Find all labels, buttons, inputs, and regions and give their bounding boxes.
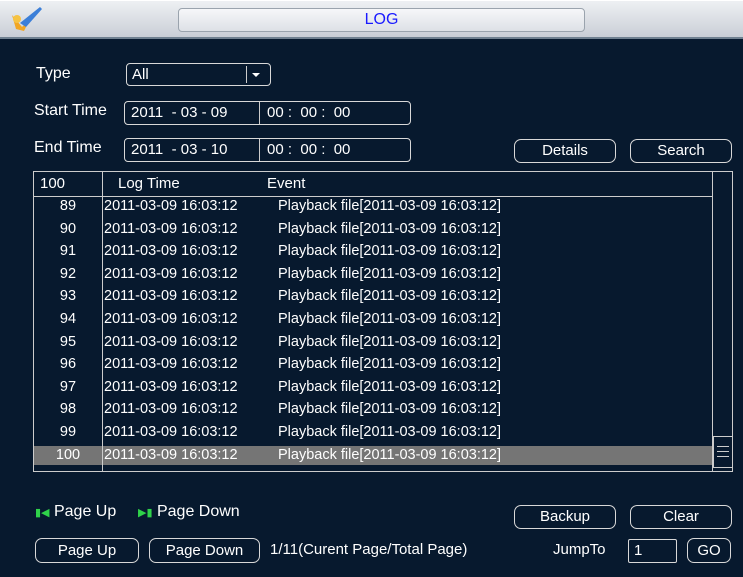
end-time-label: End Time — [34, 139, 102, 156]
start-time-label: Start Time — [34, 102, 107, 119]
backup-button[interactable]: Backup — [514, 505, 616, 529]
row-event: Playback file[2011-03-09 16:03:12] — [278, 356, 502, 373]
table-row[interactable]: 92 2011-03-09 16:03:12 Playback file[2011-… — [34, 265, 712, 284]
go-button[interactable]: GO — [687, 538, 731, 563]
skip-back-icon: ▮◀ — [35, 507, 50, 519]
table-row[interactable]: 90 2011-03-09 16:03:12 Playback file[2011-… — [34, 220, 712, 239]
page-up-hint-label: Page Up — [53, 503, 117, 520]
table-row[interactable]: 94 2011-03-09 16:03:12 Playback file[2011-… — [34, 310, 712, 329]
row-log-time: 2011-03-09 16:03:12 — [104, 288, 238, 305]
row-log-time: 2011-03-09 16:03:12 — [104, 378, 238, 395]
column-header-event: Event — [267, 175, 306, 192]
row-event: Playback file[2011-03-09 16:03:12] — [278, 378, 502, 395]
row-event: Playback file[2011-03-09 16:03:12] — [278, 288, 502, 305]
end-date-value[interactable]: 2011 - 03 - 10 — [131, 141, 227, 158]
row-number: 91 — [59, 243, 77, 260]
table-row[interactable]: 99 2011-03-09 16:03:12 Playback file[2011-… — [34, 423, 712, 442]
table-row[interactable]: 89 2011-03-09 16:03:12 Playback file[2011-… — [34, 197, 712, 216]
row-event: Playback file[2011-03-09 16:03:12] — [278, 265, 502, 282]
jump-to-value[interactable]: 1 — [634, 542, 642, 559]
page-down-button[interactable]: Page Down — [149, 538, 260, 563]
row-number: 98 — [59, 401, 77, 418]
row-log-time: 2011-03-09 16:03:12 — [104, 356, 238, 373]
table-row[interactable]: 95 2011-03-09 16:03:12 Playback file[2011-… — [34, 333, 712, 352]
chevron-down-icon[interactable] — [246, 66, 265, 83]
type-label: Type — [36, 65, 71, 82]
page-down-hint-label: Page Down — [156, 503, 240, 520]
row-event: Playback file[2011-03-09 16:03:12] — [278, 243, 502, 260]
clear-button[interactable]: Clear — [630, 505, 732, 529]
row-log-time: 2011-03-09 16:03:12 — [104, 424, 238, 440]
table-header: 100 Log Time Event — [34, 172, 712, 197]
row-event: Playback file[2011-03-09 16:03:12] — [278, 198, 502, 214]
page-down-hint: ▶▮ Page Down — [138, 503, 240, 521]
row-number: 90 — [59, 220, 77, 237]
field-divider — [259, 139, 260, 161]
column-header-count: 100 — [40, 175, 66, 192]
page-info: 1/11(Curent Page/Total Page) — [270, 541, 468, 558]
row-number: 97 — [59, 378, 77, 395]
log-window: LOG Type All Start Time 2011 - 03 - 09 0… — [0, 0, 743, 577]
page-up-hint: ▮◀ Page Up — [35, 503, 116, 521]
brand-logo-icon — [12, 7, 42, 31]
end-clock-value[interactable]: 00 : 00 : 00 — [267, 141, 350, 158]
type-select[interactable]: All — [126, 63, 271, 86]
row-event: Playback file[2011-03-09 16:03:12] — [278, 401, 502, 418]
window-title: LOG — [178, 8, 585, 32]
row-log-time: 2011-03-09 16:03:12 — [104, 220, 238, 237]
end-time-field[interactable]: 2011 - 03 - 10 00 : 00 : 00 — [124, 138, 411, 162]
jump-to-input[interactable]: 1 — [628, 539, 677, 563]
row-log-time: 2011-03-09 16:03:12 — [104, 333, 238, 350]
skip-forward-icon: ▶▮ — [138, 507, 153, 519]
row-log-time: 2011-03-09 16:03:12 — [104, 265, 238, 282]
start-time-field[interactable]: 2011 - 03 - 09 00 : 00 : 00 — [124, 101, 411, 125]
page-up-button[interactable]: Page Up — [35, 538, 139, 563]
row-event: Playback file[2011-03-09 16:03:12] — [278, 333, 502, 350]
row-event: Playback file[2011-03-09 16:03:12] — [278, 311, 502, 327]
start-date-value[interactable]: 2011 - 03 - 09 — [131, 104, 227, 121]
table-row[interactable]: 91 2011-03-09 16:03:12 Playback file[2011-… — [34, 242, 712, 261]
table-row[interactable]: 97 2011-03-09 16:03:12 Playback file[2011-… — [34, 378, 712, 397]
row-event: Playback file[2011-03-09 16:03:12] — [278, 424, 502, 440]
row-number: 93 — [59, 288, 77, 305]
row-event: Playback file[2011-03-09 16:03:12] — [278, 446, 502, 463]
row-number: 100 — [55, 446, 81, 463]
type-select-value: All — [132, 66, 149, 83]
row-log-time: 2011-03-09 16:03:12 — [104, 311, 238, 327]
row-number: 96 — [59, 356, 77, 373]
start-clock-value[interactable]: 00 : 00 : 00 — [267, 104, 350, 121]
table-row[interactable]: 93 2011-03-09 16:03:12 Playback file[2011-… — [34, 287, 712, 306]
scrollbar-thumb[interactable] — [713, 436, 733, 468]
table-row[interactable]: 98 2011-03-09 16:03:12 Playback file[2011-… — [34, 400, 712, 419]
row-number: 92 — [59, 265, 77, 282]
details-button[interactable]: Details — [514, 139, 616, 163]
row-number: 94 — [59, 311, 77, 327]
row-event: Playback file[2011-03-09 16:03:12] — [278, 220, 502, 237]
row-number: 95 — [59, 333, 77, 350]
column-divider — [102, 172, 103, 471]
row-log-time: 2011-03-09 16:03:12 — [104, 198, 238, 214]
row-log-time: 2011-03-09 16:03:12 — [104, 446, 238, 463]
field-divider — [259, 102, 260, 124]
column-header-log-time: Log Time — [118, 175, 180, 192]
table-row[interactable]: 96 2011-03-09 16:03:12 Playback file[2011-… — [34, 355, 712, 374]
log-table: 100 Log Time Event 89 2011-03-09 16:03:12… — [33, 171, 733, 472]
row-log-time: 2011-03-09 16:03:12 — [104, 243, 238, 260]
row-number: 89 — [59, 198, 77, 214]
search-button[interactable]: Search — [630, 139, 732, 163]
row-log-time: 2011-03-09 16:03:12 — [104, 401, 238, 418]
table-row[interactable]: 100 2011-03-09 16:03:12 Playback file[2011… — [34, 445, 712, 465]
row-number: 99 — [59, 424, 77, 440]
title-bar: LOG — [0, 1, 743, 39]
jump-to-label: JumpTo — [553, 541, 606, 558]
scrollbar[interactable] — [712, 172, 733, 471]
